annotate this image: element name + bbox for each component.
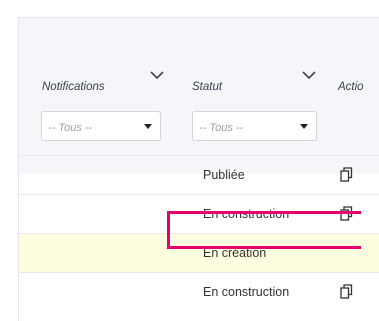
column-header-statut[interactable]: Statut — [192, 81, 222, 93]
column-header-notifications[interactable]: Notifications — [42, 81, 105, 93]
caret-down-icon — [144, 124, 152, 129]
notifications-filter-value: -- Tous -- — [48, 122, 93, 134]
notifications-filter-select[interactable]: -- Tous -- — [41, 111, 161, 141]
table-row[interactable]: Publiée — [19, 155, 379, 195]
chevron-down-icon[interactable] — [302, 70, 316, 80]
copy-icon[interactable] — [340, 167, 353, 182]
status-cell: En construction — [203, 285, 290, 299]
caret-down-icon — [300, 124, 308, 129]
table-panel: Notifications Statut Actio -- Tous -- --… — [18, 17, 379, 321]
highlight-annotation-box — [167, 211, 361, 249]
chevron-down-icon[interactable] — [150, 70, 164, 80]
table-row[interactable]: En construction — [19, 272, 379, 312]
copy-icon[interactable] — [340, 284, 353, 299]
statut-filter-value: -- Tous -- — [199, 122, 244, 134]
statut-filter-select[interactable]: -- Tous -- — [192, 111, 317, 141]
table-header — [19, 18, 379, 173]
status-cell: Publiée — [203, 168, 245, 182]
column-header-actions[interactable]: Actio — [338, 81, 364, 93]
